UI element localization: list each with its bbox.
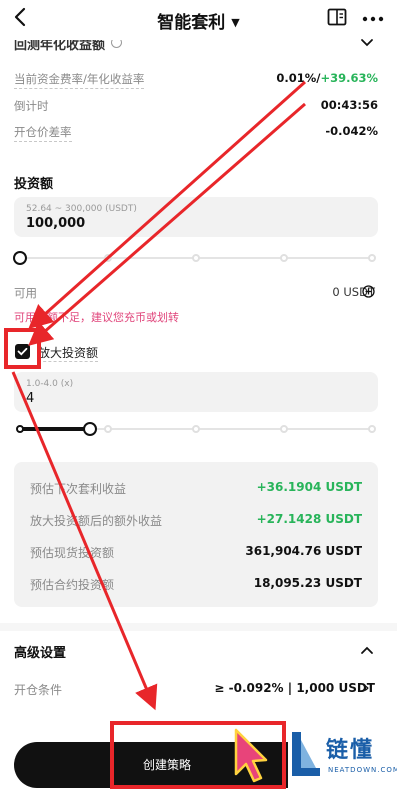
header-bar: 智能套利 ▼: [0, 0, 397, 36]
annualized-yield: +39.63%: [320, 71, 378, 85]
multiplier-input[interactable]: 1.0-4.0 (x) 4: [14, 372, 378, 412]
logo-en-text: NEATDOWN.COM: [328, 766, 397, 774]
more-dots-icon[interactable]: [362, 16, 384, 22]
multiplier-range-hint: 1.0-4.0 (x): [26, 379, 74, 389]
advanced-settings-title[interactable]: 高级设置: [14, 642, 66, 661]
countdown-label: 倒计时: [14, 99, 49, 113]
slider-fill: [20, 427, 91, 431]
book-icon[interactable]: [327, 8, 347, 26]
summary-value: 18,095.23 USDT: [253, 576, 362, 590]
spread-value: -0.042%: [325, 124, 378, 138]
slider-stop[interactable]: [280, 254, 288, 262]
estimate-section-title: 回测年化收益额: [14, 38, 123, 53]
create-strategy-button[interactable]: 创建策略: [14, 742, 320, 788]
slider-stop[interactable]: [368, 254, 376, 262]
insufficient-balance-warning[interactable]: 可用余额不足，建议您充币或划转: [14, 309, 179, 325]
summary-value: +36.1904 USDT: [256, 480, 362, 494]
slider-stop[interactable]: [192, 425, 200, 433]
available-label: 可用: [14, 286, 37, 300]
multiplier-slider[interactable]: [14, 422, 378, 436]
funding-rate-label: 当前资金费率/年化收益率: [14, 71, 145, 89]
multiplier-value: 4: [26, 391, 35, 406]
countdown-value: 00:43:56: [320, 98, 378, 112]
logo-cn-text: 链懂: [326, 738, 375, 763]
investment-range-hint: 52.64 ~ 300,000 (USDT): [26, 204, 137, 214]
estimate-summary-card: 预估下次套利收益 +36.1904 USDT 放大投资额后的额外收益 +27.1…: [14, 462, 378, 607]
page-title-text: 智能套利: [157, 13, 226, 33]
info-icon[interactable]: [111, 40, 123, 48]
slider-stop[interactable]: [368, 425, 376, 433]
add-funds-icon[interactable]: [362, 285, 375, 298]
slider-stop[interactable]: [280, 425, 288, 433]
slider-knob[interactable]: [83, 422, 98, 436]
watermark-logo: 链懂 NEATDOWN.COM: [288, 722, 397, 788]
slider-knob[interactable]: [13, 251, 27, 265]
slider-stop[interactable]: [104, 254, 112, 262]
investment-input[interactable]: 52.64 ~ 300,000 (USDT) 100,000: [14, 197, 378, 237]
checkmark-icon: [17, 347, 28, 356]
chevron-down-icon[interactable]: [360, 38, 374, 48]
chevron-right-icon[interactable]: ›: [364, 681, 369, 696]
amplify-checkbox[interactable]: [15, 344, 30, 359]
funding-rate-current: 0.01%/: [276, 71, 321, 85]
investment-title: 投资额: [14, 177, 54, 192]
amplify-label: 放大投资额: [38, 346, 99, 362]
summary-label: 预估合约投资额: [30, 578, 115, 592]
estimate-title-text: 回测年化收益额: [14, 38, 106, 53]
caret-down-icon: ▼: [231, 16, 240, 29]
slider-stop[interactable]: [192, 254, 200, 262]
summary-label: 放大投资额后的额外收益: [30, 514, 163, 528]
create-strategy-label: 创建策略: [142, 758, 191, 772]
funding-rate-value: 0.01%/+39.63%: [276, 71, 378, 85]
summary-value: +27.1428 USDT: [256, 512, 362, 526]
open-condition-label: 开仓条件: [14, 683, 63, 697]
section-divider: [0, 623, 397, 631]
summary-label: 预估下次套利收益: [30, 482, 127, 496]
investment-slider[interactable]: [13, 251, 378, 265]
summary-label: 预估现货投资额: [30, 546, 115, 560]
slider-stop[interactable]: [104, 425, 112, 433]
chevron-up-icon[interactable]: [360, 645, 374, 655]
spread-label: 开仓价差率: [14, 124, 72, 142]
slider-stop[interactable]: [16, 425, 24, 433]
summary-value: 361,904.76 USDT: [245, 544, 362, 558]
logo-mark-icon: [292, 732, 320, 776]
open-condition-value[interactable]: ≥ -0.092% | 1,000 USDT: [214, 681, 375, 695]
investment-value: 100,000: [26, 216, 86, 231]
